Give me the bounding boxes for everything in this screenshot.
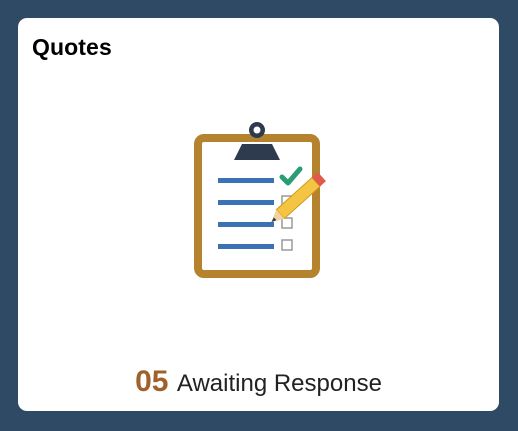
tile-title: Quotes bbox=[32, 34, 112, 60]
status-label: Awaiting Response bbox=[176, 370, 382, 397]
quotes-tile[interactable]: Quotes 05 Awaiting Response bbox=[18, 18, 499, 411]
clipboard-checklist-icon bbox=[190, 120, 350, 280]
tile-footer: 05 Awaiting Response bbox=[18, 365, 499, 399]
awaiting-count: 05 bbox=[135, 365, 169, 398]
